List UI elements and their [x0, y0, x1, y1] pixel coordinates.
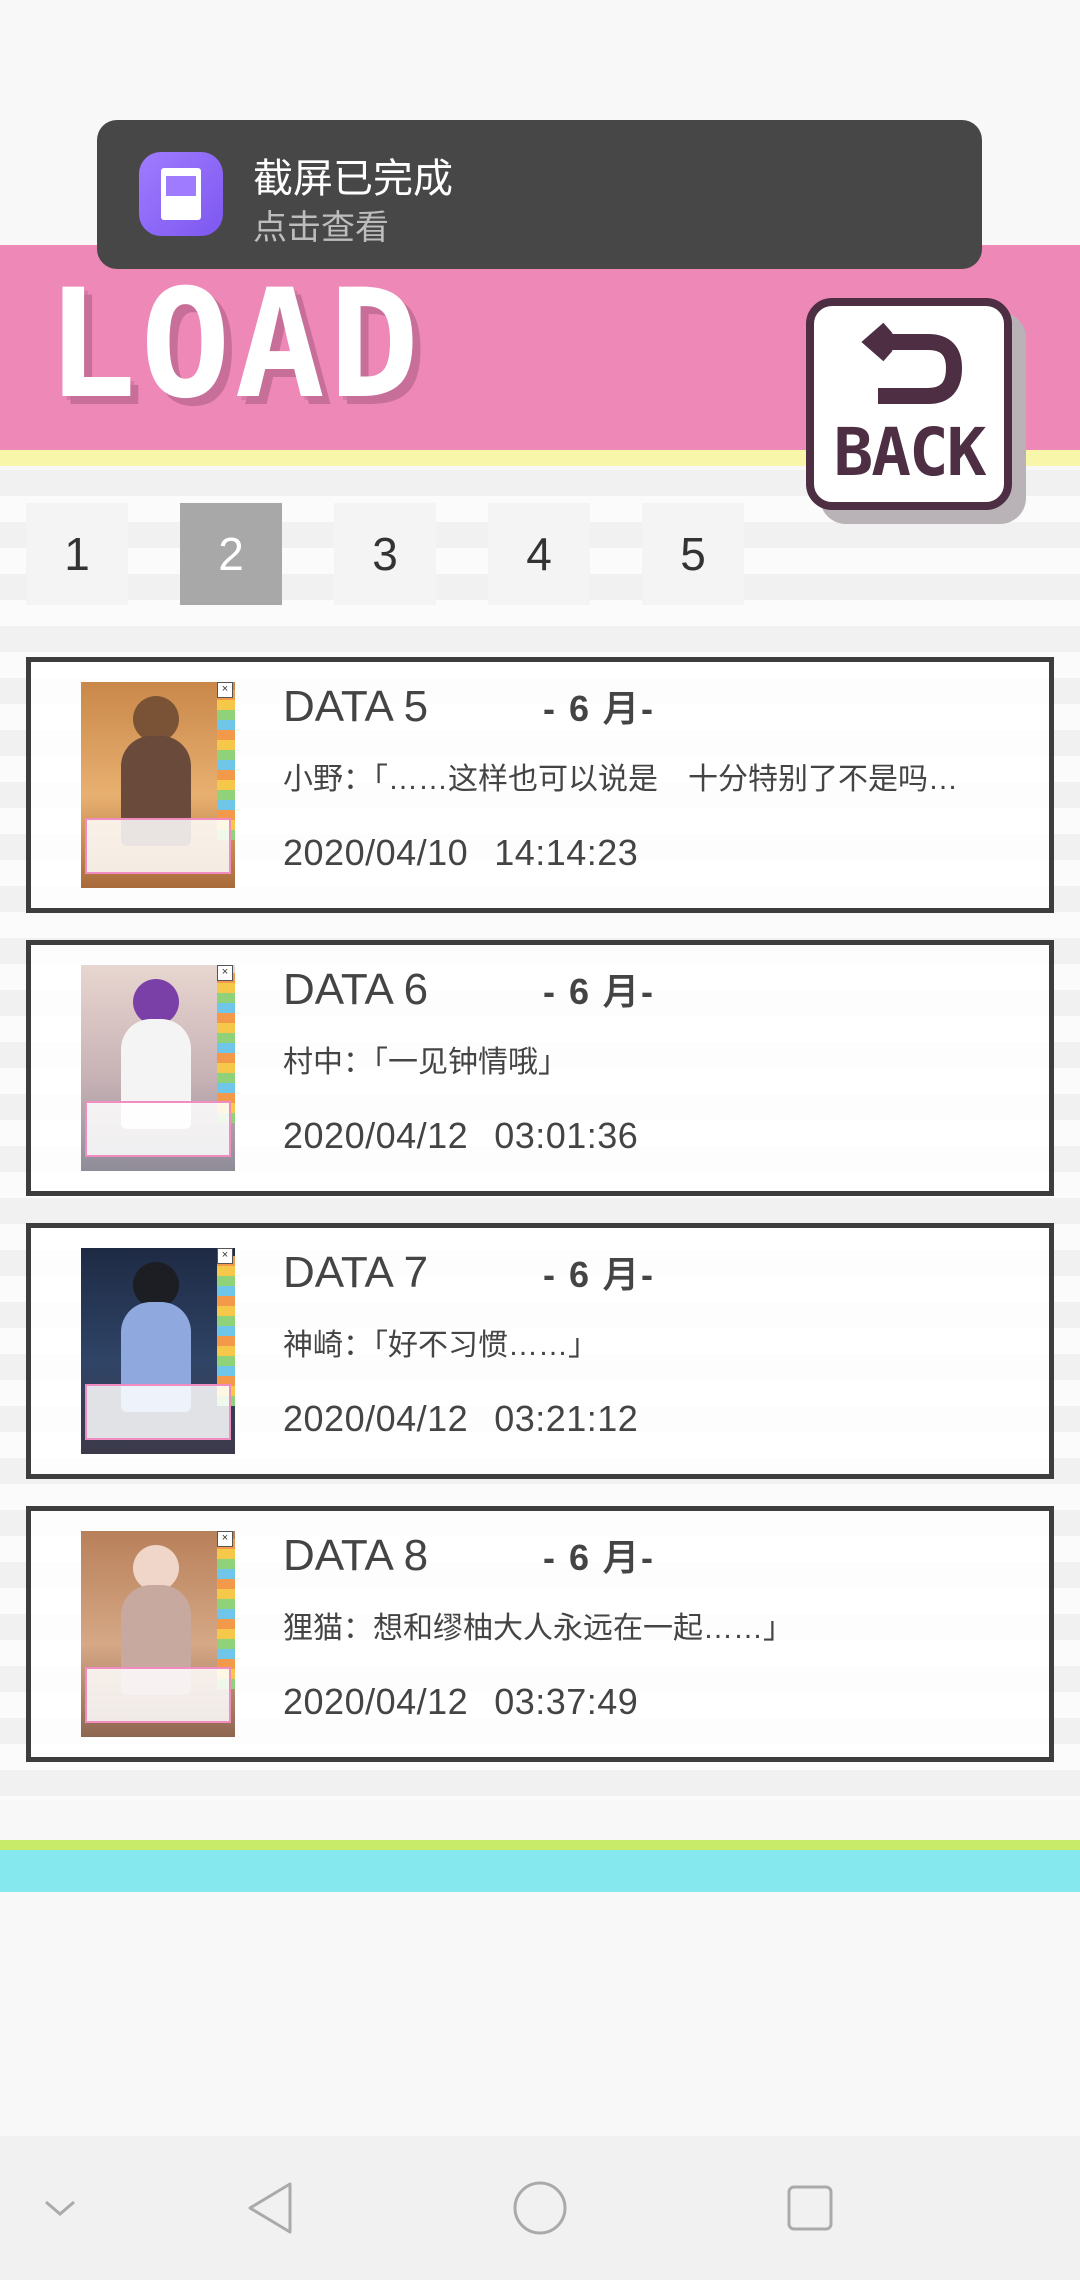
screenshot-notification[interactable]: 截屏已完成 点击查看 [97, 120, 982, 269]
page-tab-1[interactable]: 1 [26, 503, 128, 605]
slot-date: 2020/04/12 [283, 1681, 469, 1722]
footer-accent-line [0, 1840, 1080, 1850]
back-triangle-icon[interactable] [220, 2136, 320, 2280]
save-slot[interactable]: × DATA 6 - 6 月- 村中：「一见钟情哦」 2020/04/12 03:… [26, 940, 1054, 1196]
slot-chapter: - 6 月- [543, 688, 656, 729]
close-icon: × [217, 1248, 233, 1264]
slot-dialogue: 狸猫：想和缪柚大人永远在一起……」 [283, 1612, 793, 1645]
page-tab-5[interactable]: 5 [642, 503, 744, 605]
slot-time: 03:37:49 [494, 1681, 639, 1722]
page-tab-3[interactable]: 3 [334, 503, 436, 605]
slot-dialogue: 小野：「……这样也可以说是 十分特别了不是吗… [283, 763, 958, 796]
screenshot-gallery-icon [139, 152, 223, 236]
close-icon: × [217, 1531, 233, 1547]
slot-timestamp: 2020/04/10 14:14:23 [283, 832, 664, 874]
notification-subtitle: 点击查看 [253, 209, 389, 247]
close-icon: × [217, 682, 233, 698]
return-arrow-icon [861, 322, 963, 404]
slot-dialogue: 村中：「一见钟情哦」 [283, 1046, 568, 1079]
slot-time: 03:21:12 [494, 1398, 639, 1439]
slot-thumbnail: × [81, 965, 235, 1171]
slot-thumbnail: × [81, 682, 235, 888]
system-navigation-bar [0, 2136, 1080, 2280]
slot-date: 2020/04/10 [283, 832, 469, 873]
home-circle-icon[interactable] [490, 2136, 590, 2280]
slot-timestamp: 2020/04/12 03:37:49 [283, 1681, 664, 1723]
slot-date: 2020/04/12 [283, 1115, 469, 1156]
slot-title: DATA 7 [283, 1248, 429, 1297]
back-button[interactable]: BACK [806, 298, 1012, 510]
back-button-label: BACK [833, 414, 987, 491]
page-tab-4[interactable]: 4 [488, 503, 590, 605]
slot-chapter: - 6 月- [543, 971, 656, 1012]
slot-title: DATA 8 [283, 1531, 429, 1580]
slot-chapter: - 6 月- [543, 1254, 656, 1295]
recents-square-icon[interactable] [760, 2136, 860, 2280]
footer-band [0, 1850, 1080, 1892]
close-icon: × [217, 965, 233, 981]
save-slot[interactable]: × DATA 7 - 6 月- 神崎：「好不习惯……」 2020/04/12 03… [26, 1223, 1054, 1479]
slot-date: 2020/04/12 [283, 1398, 469, 1439]
collapse-chevron-icon[interactable] [20, 2136, 100, 2280]
page-tab-2[interactable]: 2 [180, 503, 282, 605]
slot-thumbnail: × [81, 1531, 235, 1737]
slot-timestamp: 2020/04/12 03:21:12 [283, 1398, 664, 1440]
slot-chapter: - 6 月- [543, 1537, 656, 1578]
screen-title: LOAD [46, 258, 424, 432]
slot-title: DATA 5 [283, 682, 429, 731]
save-slot[interactable]: × DATA 5 - 6 月- 小野：「……这样也可以说是 十分特别了不是吗… … [26, 657, 1054, 913]
slot-title: DATA 6 [283, 965, 429, 1014]
notification-title: 截屏已完成 [253, 157, 453, 201]
save-slot[interactable]: × DATA 8 - 6 月- 狸猫：想和缪柚大人永远在一起……」 2020/0… [26, 1506, 1054, 1762]
slot-time: 14:14:23 [494, 832, 639, 873]
page-tabs: 1 2 3 4 5 [26, 503, 796, 605]
slot-time: 03:01:36 [494, 1115, 639, 1156]
slot-timestamp: 2020/04/12 03:01:36 [283, 1115, 664, 1157]
slot-dialogue: 神崎：「好不习惯……」 [283, 1329, 598, 1362]
slot-thumbnail: × [81, 1248, 235, 1454]
